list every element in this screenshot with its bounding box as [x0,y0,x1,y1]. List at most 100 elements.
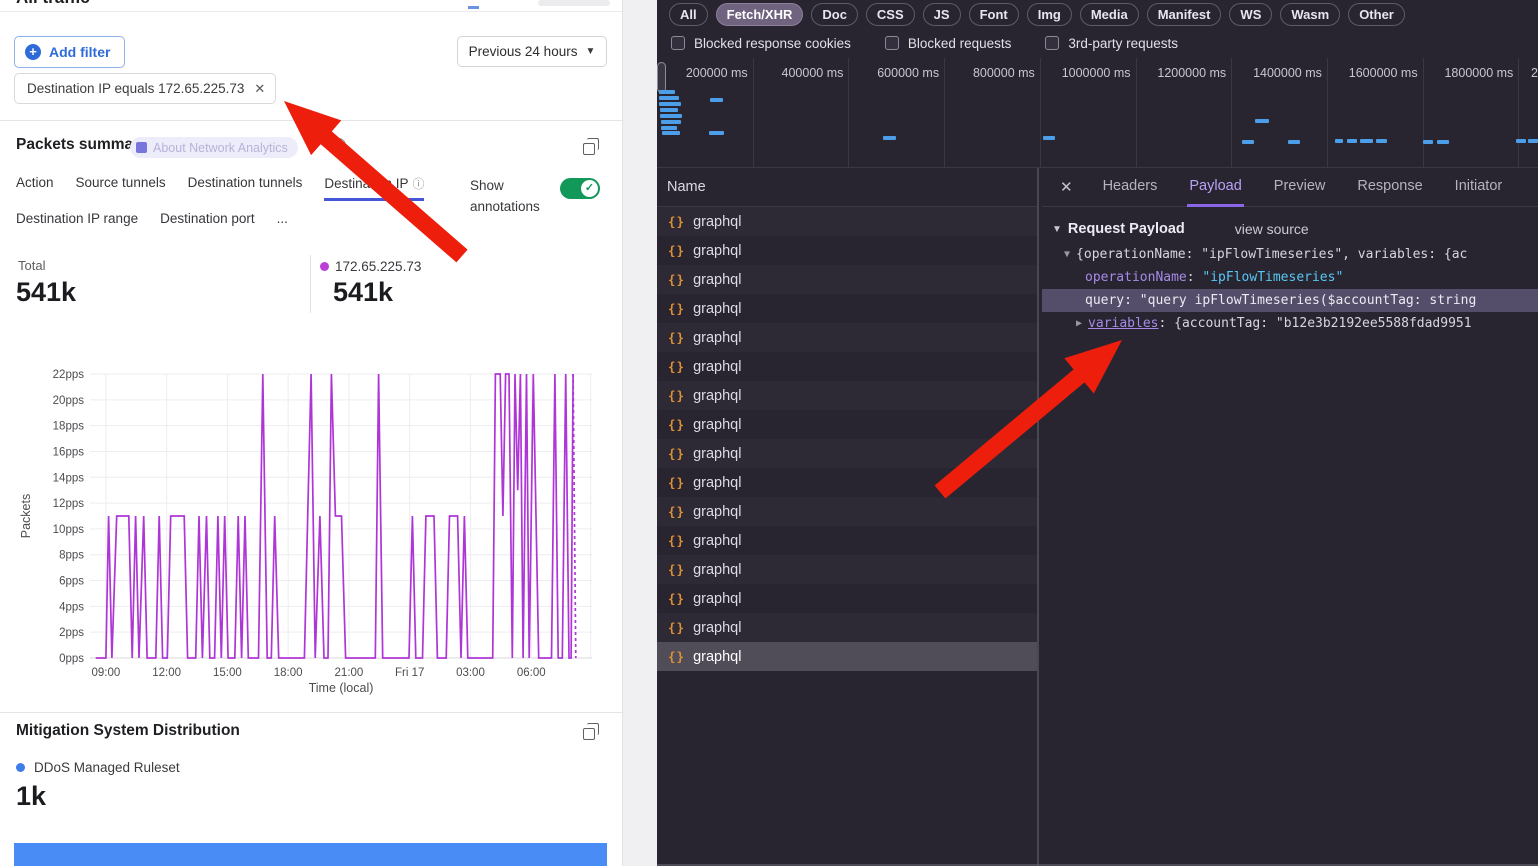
timeline-tick-label: 600000 ms [877,66,939,80]
disclosure-triangle-icon[interactable]: ▼ [1052,224,1062,235]
request-name: graphql [693,591,741,607]
request-row[interactable]: {}graphql [657,526,1037,555]
request-row[interactable]: {}graphql [657,468,1037,497]
resource-filter-img[interactable]: Img [1027,3,1072,26]
request-row[interactable]: {}graphql [657,410,1037,439]
resource-filter-css[interactable]: CSS [866,3,915,26]
detail-tab-initiator[interactable]: Initiator [1453,168,1505,207]
payload-token: operationName [1085,270,1187,285]
network-overview-timeline[interactable]: 200000 ms400000 ms600000 ms800000 ms1000… [657,58,1538,168]
request-row[interactable]: {}graphql [657,613,1037,642]
request-name: graphql [693,330,741,346]
tab-destination-port[interactable]: Destination port [160,211,255,232]
payload-tree-row[interactable]: operationName: "ipFlowTimeseries" [1042,266,1538,289]
request-row[interactable]: {}graphql [657,265,1037,294]
request-time-marker [661,126,677,130]
payload-tree-row[interactable]: ▶ variables: {accountTag: "b12e3b2192ee5… [1042,312,1538,335]
panel-resizer[interactable] [1037,168,1039,866]
resource-filter-manifest[interactable]: Manifest [1147,3,1222,26]
svg-text:16pps: 16pps [53,446,85,458]
tab-destination-tunnels[interactable]: Destination tunnels [188,175,303,201]
json-braces-icon: {} [668,243,685,258]
detail-tab-payload[interactable]: Payload [1187,168,1243,207]
timeline-drag-handle[interactable] [657,62,666,93]
clipped-fragment [468,6,479,9]
mitigation-bar [14,843,607,866]
request-row[interactable]: {}graphql [657,381,1037,410]
request-row[interactable]: {}graphql [657,497,1037,526]
request-time-marker [660,114,682,118]
json-braces-icon: {} [668,504,685,519]
resource-filter-js[interactable]: JS [923,3,961,26]
chevron-down-icon: ▼ [585,46,595,57]
tab--[interactable]: ... [277,211,288,232]
clock-icon [331,138,346,153]
resource-filter-wasm[interactable]: Wasm [1280,3,1340,26]
payload-tree-row[interactable]: ▼ {operationName: "ipFlowTimeseries", va… [1042,243,1538,266]
tab-destination-ip-range[interactable]: Destination IP range [16,211,138,232]
request-payload-title: Request Payload [1068,221,1185,237]
resource-filter-other[interactable]: Other [1348,3,1405,26]
expand-panel-icon[interactable] [583,143,595,155]
tab-source-tunnels[interactable]: Source tunnels [76,175,166,201]
total-value: 541k [16,277,76,308]
request-time-marker [710,98,723,102]
info-icon: ⓘ [412,177,424,191]
filter-chip[interactable]: Destination IP equals 172.65.225.73 ✕ [14,73,276,104]
request-row[interactable]: {}graphql [657,294,1037,323]
time-range-dropdown[interactable]: Previous 24 hours ▼ [457,36,607,67]
checkbox-label: Blocked requests [908,36,1012,51]
name-column-header[interactable]: Name [657,168,1037,207]
expand-panel-icon[interactable] [583,728,595,740]
resource-filter-font[interactable]: Font [969,3,1019,26]
close-panel-icon[interactable]: ✕ [1060,178,1073,196]
detail-tab-preview[interactable]: Preview [1272,168,1328,207]
svg-text:03:00: 03:00 [456,667,485,679]
about-network-analytics-badge[interactable]: About Network Analytics [130,137,298,158]
tab-action[interactable]: Action [16,175,54,201]
view-source-link[interactable]: view source [1235,221,1309,237]
timeline-tick-label: 800000 ms [973,66,1035,80]
request-row[interactable]: {}graphql [657,236,1037,265]
resource-filter-ws[interactable]: WS [1229,3,1272,26]
filter-chip-label: Destination IP equals 172.65.225.73 [27,81,244,96]
timeline-tick-label: 1800000 ms [1444,66,1513,80]
resource-filter-all[interactable]: All [669,3,708,26]
request-row[interactable]: {}graphql [657,352,1037,381]
request-row[interactable]: {}graphql [657,439,1037,468]
request-time-marker [659,90,675,94]
resource-filter-media[interactable]: Media [1080,3,1139,26]
payload-token: : [1187,270,1203,285]
resource-filter-doc[interactable]: Doc [811,3,858,26]
resource-filter-fetch-xhr[interactable]: Fetch/XHR [716,3,804,26]
checkbox-3rd-party-requests[interactable]: 3rd-party requests [1045,36,1178,51]
timeline-gridline [1040,58,1041,168]
request-row[interactable]: {} graphql [657,584,1037,613]
json-braces-icon: {} [668,388,685,403]
close-icon[interactable]: ✕ [254,81,265,97]
show-annotations-toggle[interactable]: ✓ [560,178,600,199]
json-braces-icon: {} [668,591,685,606]
timeline-gridline [1518,58,1519,168]
request-time-marker [883,136,896,140]
checkbox-blocked-response-cookies[interactable]: Blocked response cookies [671,36,851,51]
svg-text:0pps: 0pps [59,653,84,665]
request-name: graphql [693,533,741,549]
tab-destination-ip[interactable]: Destination IPⓘ [324,175,424,201]
add-filter-button[interactable]: + Add filter [14,36,125,68]
request-time-marker [709,131,724,135]
request-time-marker [1347,139,1357,143]
request-row[interactable]: {}graphql [657,555,1037,584]
time-range-label: Previous 24 hours [469,44,578,59]
divider [310,255,311,313]
payload-tree-row[interactable]: query: "query ipFlowTimeseries($accountT… [1042,289,1538,312]
detail-tab-response[interactable]: Response [1355,168,1424,207]
divider [0,11,622,12]
checkbox-blocked-requests[interactable]: Blocked requests [885,36,1012,51]
request-time-marker [1516,139,1526,143]
request-row[interactable]: {}graphql [657,323,1037,352]
request-row[interactable]: {}graphql [657,642,1037,671]
detail-tab-headers[interactable]: Headers [1101,168,1160,207]
request-row[interactable]: {}graphql [657,207,1037,236]
page-title: All traffic [0,0,620,9]
